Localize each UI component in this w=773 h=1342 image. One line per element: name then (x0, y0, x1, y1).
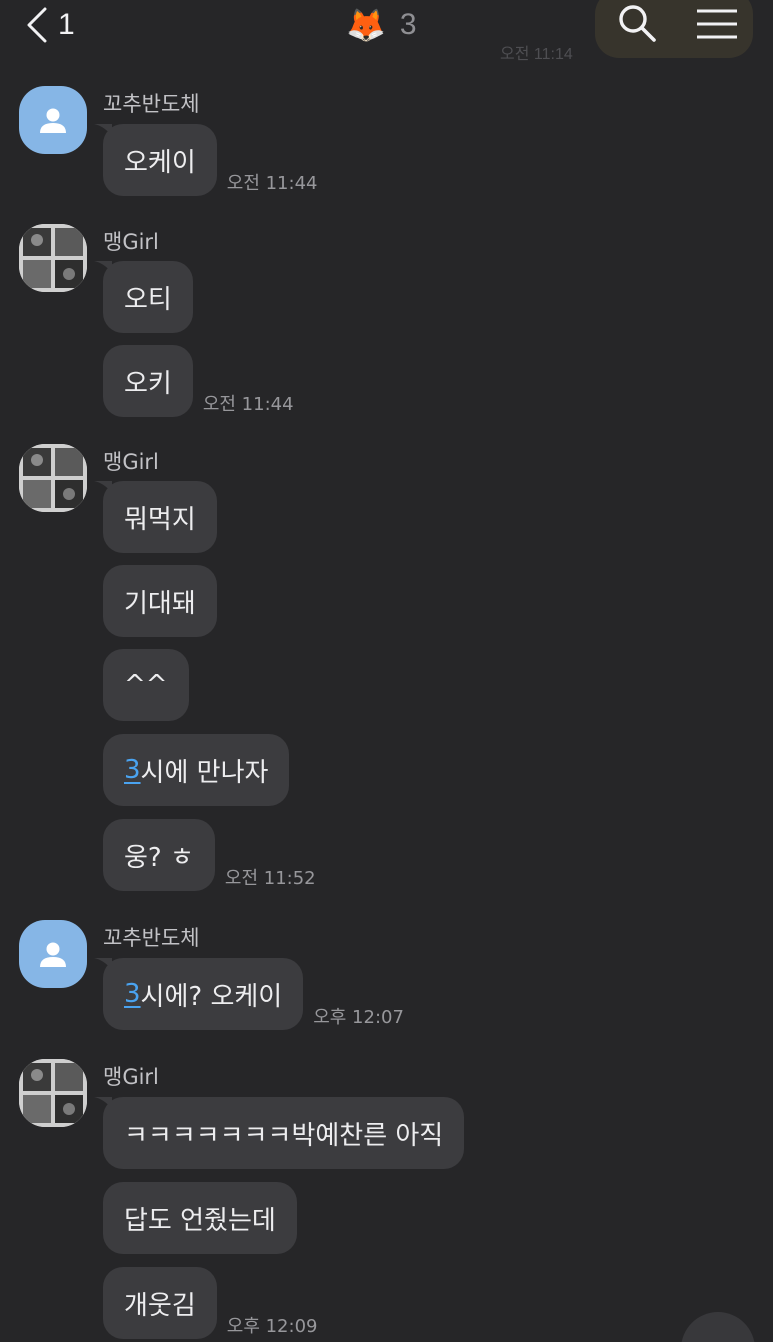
message-row: 3 시에 만나자 (103, 734, 290, 806)
profile-avatar[interactable] (19, 86, 87, 154)
message-bubble[interactable]: 뭐먹지 (94, 481, 217, 553)
scroll-to-bottom-button[interactable] (681, 1312, 755, 1342)
profile-avatar[interactable] (19, 920, 87, 988)
profile-avatar[interactable] (19, 444, 87, 512)
chat-header: 오전 11:14 1 🦊 3 (0, 0, 773, 63)
back-button[interactable]: 1 (26, 2, 75, 48)
message-text: 오케이 (124, 147, 196, 178)
sender-name: 맹Girl (103, 1065, 159, 1089)
photo-profile-icon (19, 224, 87, 292)
message-time: 오후 12:07 (313, 1007, 404, 1028)
sender-name: 꼬추반도체 (103, 92, 200, 116)
message-bubble[interactable]: 3 시에 만나자 (103, 734, 290, 806)
message-text: 오티 (124, 284, 172, 315)
message-text: 개웃김 (124, 1290, 196, 1321)
message-bubble[interactable]: ^^ (103, 649, 189, 721)
sender-name: 맹Girl (103, 450, 159, 474)
time-link[interactable]: 3 (124, 755, 141, 785)
chat-title[interactable]: 🦊 3 (346, 2, 417, 48)
hamburger-menu-icon[interactable] (696, 8, 738, 40)
message-bubble[interactable]: 오키 (103, 345, 193, 417)
chevron-left-icon (27, 7, 47, 43)
message-row: 답도 언줬는데 (103, 1182, 297, 1254)
message-row: 3 시에? 오케이 오후 12:07 (94, 958, 404, 1030)
bubble-tail (94, 124, 112, 136)
search-icon[interactable] (617, 3, 657, 43)
bubble-tail (94, 1097, 112, 1109)
photo-profile-icon (19, 1059, 87, 1127)
message-text: 시에 만나자 (140, 757, 269, 788)
message-row: 뭐먹지 (94, 481, 217, 553)
message-text: 오키 (124, 368, 172, 399)
message-row: ㅋㅋㅋㅋㅋㅋㅋ박예찬른 아직 (94, 1097, 465, 1169)
message-text: 시에? 오케이 (140, 981, 283, 1012)
fox-emoji-icon: 🦊 (346, 6, 386, 44)
message-row: 웅? ㅎ 오전 11:52 (103, 819, 316, 891)
bubble-tail (94, 481, 112, 493)
sender-name: 꼬추반도체 (103, 926, 200, 950)
message-bubble[interactable]: 기대돼 (103, 565, 217, 637)
message-row: 개웃김 오후 12:09 (103, 1267, 317, 1339)
sender-name: 맹Girl (103, 230, 159, 254)
message-time: 오전 11:52 (224, 868, 316, 889)
message-bubble[interactable]: 오티 (94, 261, 193, 333)
default-profile-icon (40, 942, 66, 967)
bubble-tail (94, 261, 112, 273)
message-row: ^^ (103, 649, 189, 721)
message-bubble[interactable]: 웅? ㅎ (103, 819, 215, 891)
bubble-tail (94, 958, 112, 970)
message-time: 오후 12:09 (226, 1316, 318, 1337)
member-count: 3 (399, 8, 417, 41)
default-profile-icon (40, 108, 66, 133)
message-text: ㅋㅋㅋㅋㅋㅋㅋ박예찬른 아직 (124, 1120, 444, 1151)
message-text: 웅? ㅎ (124, 842, 194, 873)
message-text: 답도 언줬는데 (124, 1205, 276, 1236)
photo-profile-icon (19, 444, 87, 512)
message-bubble[interactable]: 개웃김 (103, 1267, 217, 1339)
chat-screen: 오전 11:14 1 🦊 3 꼬추반도체 오케이 오전 11:44 맹Girl … (0, 0, 773, 1342)
message-time: 오전 11:44 (202, 394, 294, 415)
message-row: 오케이 오전 11:44 (94, 124, 318, 196)
message-row: 오키 오전 11:44 (103, 345, 294, 417)
message-bubble[interactable]: ㅋㅋㅋㅋㅋㅋㅋ박예찬른 아직 (94, 1097, 465, 1169)
profile-avatar[interactable] (19, 224, 87, 292)
unread-count: 1 (58, 8, 75, 41)
message-bubble[interactable]: 답도 언줬는데 (103, 1182, 297, 1254)
profile-avatar[interactable] (19, 1059, 87, 1127)
notification-preview-time: 오전 11:14 (500, 46, 573, 63)
message-text: 기대돼 (124, 588, 196, 619)
message-bubble[interactable]: 3 시에? 오케이 (94, 958, 304, 1030)
message-row: 오티 (94, 261, 193, 333)
message-text: 뭐먹지 (124, 504, 196, 535)
message-text: ^^ (124, 670, 168, 700)
time-link[interactable]: 3 (124, 979, 141, 1009)
message-bubble[interactable]: 오케이 (94, 124, 217, 196)
message-row: 기대돼 (103, 565, 217, 637)
message-time: 오전 11:44 (226, 173, 318, 194)
